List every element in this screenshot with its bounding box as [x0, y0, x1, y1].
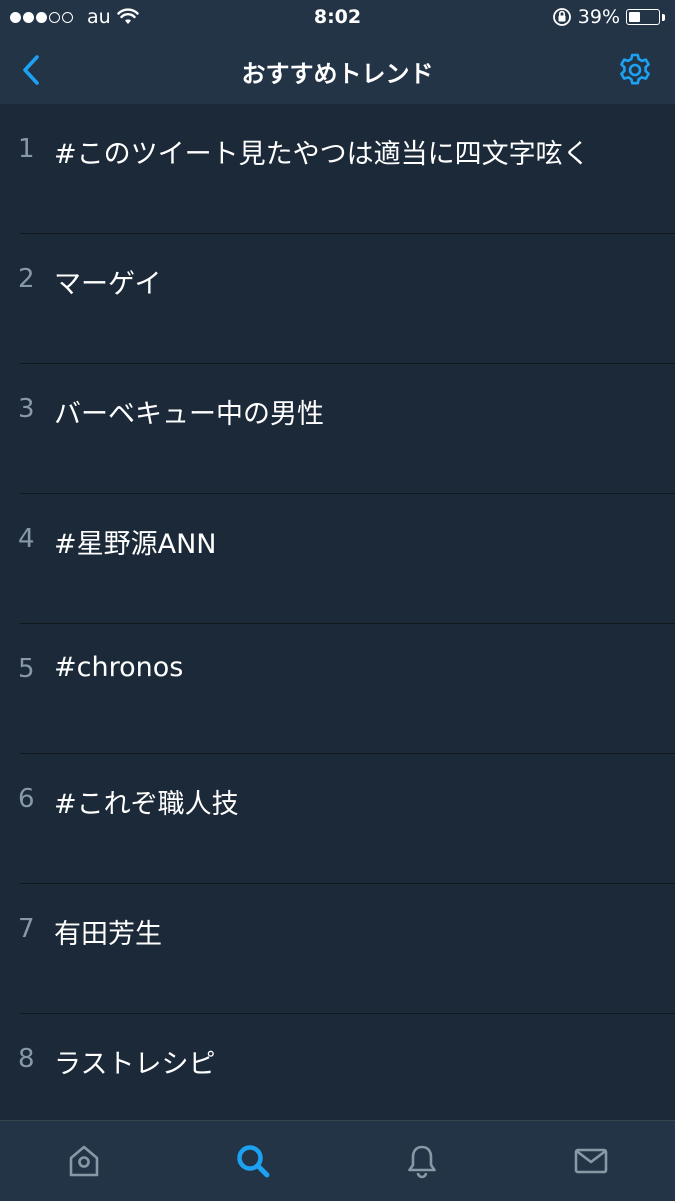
trend-rank: 1 — [18, 134, 35, 164]
trend-label: バーベキュー中の男性 — [54, 399, 324, 430]
search-icon — [237, 1145, 270, 1178]
trend-label: #chronos — [54, 652, 184, 683]
trend-row[interactable]: 2 マーゲイ — [0, 234, 675, 364]
trend-row[interactable]: 1 #このツイート見たやつは適当に四文字呟く — [0, 104, 675, 234]
battery-icon — [626, 9, 660, 25]
trend-row[interactable]: 3 バーベキュー中の男性 — [0, 364, 675, 494]
mail-icon — [574, 1148, 607, 1174]
trend-list: 1 #このツイート見たやつは適当に四文字呟く 2 マーゲイ 3 バーベキュー中の… — [0, 104, 675, 1144]
navigation-bar: おすすめトレンド — [0, 36, 675, 104]
trend-label: #星野源ANN — [54, 529, 217, 560]
tab-home[interactable] — [0, 1121, 169, 1201]
tab-search[interactable] — [169, 1121, 338, 1201]
trend-label: #このツイート見たやつは適当に四文字呟く — [54, 139, 590, 170]
trend-row[interactable]: 7 有田芳生 — [0, 884, 675, 1014]
trend-label: ラストレシピ — [54, 1049, 216, 1080]
status-bar: au 8:02 39% — [0, 0, 675, 36]
trend-rank: 8 — [18, 1044, 35, 1074]
gear-icon — [620, 53, 650, 85]
battery-fill — [629, 12, 640, 22]
bell-icon — [408, 1145, 436, 1179]
home-icon — [70, 1145, 99, 1177]
orientation-lock-icon — [552, 8, 571, 26]
trend-rank: 7 — [18, 914, 35, 944]
trend-rank: 3 — [18, 394, 35, 424]
tab-notifications[interactable] — [338, 1121, 507, 1201]
trend-label: マーゲイ — [54, 269, 162, 300]
page-title: おすすめトレンド — [241, 60, 434, 88]
trend-rank: 4 — [18, 524, 35, 554]
tab-bar — [0, 1120, 675, 1201]
trend-row[interactable]: 6 #これぞ職人技 — [0, 754, 675, 884]
trend-rank: 6 — [18, 784, 35, 814]
trend-rank: 5 — [18, 654, 35, 684]
battery-nub — [662, 13, 665, 21]
trend-label: 有田芳生 — [54, 919, 162, 950]
tab-messages[interactable] — [506, 1121, 675, 1201]
trend-label: #これぞ職人技 — [54, 789, 239, 820]
settings-button[interactable] — [615, 50, 655, 90]
trend-row[interactable]: 5 #chronos — [0, 624, 675, 754]
battery-percent: 39% — [577, 6, 620, 28]
status-right: 39% — [552, 6, 665, 28]
trend-rank: 2 — [18, 264, 35, 294]
trend-row[interactable]: 4 #星野源ANN — [0, 494, 675, 624]
